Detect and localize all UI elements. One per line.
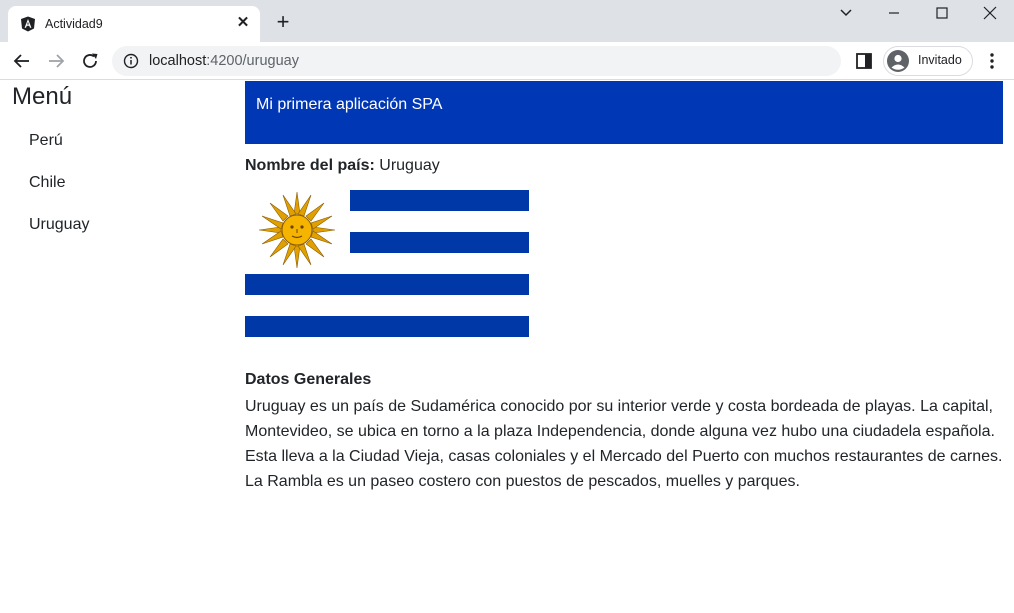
menu-item-peru[interactable]: Perú [29, 132, 63, 150]
page-content: Menú Perú Chile Uruguay Mi primera aplic… [0, 81, 1014, 613]
general-data-title: Datos Generales [245, 371, 372, 388]
uruguay-flag-image [245, 190, 529, 347]
tab-close-icon[interactable]: ✕ [234, 14, 252, 32]
avatar-icon [887, 50, 909, 72]
minimize-icon[interactable] [884, 3, 904, 23]
profile-button[interactable]: Invitado [883, 46, 973, 76]
tab-title: Actividad9 [45, 17, 103, 31]
browser-tab-active[interactable]: Actividad9 ✕ [8, 6, 260, 42]
address-bar[interactable]: localhost:4200/uruguay [112, 46, 841, 76]
more-menu-icon[interactable] [984, 51, 1000, 71]
site-info-icon[interactable] [123, 53, 139, 69]
menu-title: Menú [12, 83, 73, 110]
maximize-icon[interactable] [932, 3, 952, 23]
back-arrow-icon[interactable] [11, 50, 33, 72]
url-path: :4200/uruguay [206, 53, 299, 69]
country-name-line: Nombre del país: Uruguay [245, 157, 440, 175]
menu-item-uruguay[interactable]: Uruguay [29, 216, 89, 234]
browser-toolbar: localhost:4200/uruguay Invitado [0, 42, 1014, 80]
sun-of-may-icon [258, 191, 336, 269]
angular-logo-icon [21, 16, 35, 32]
general-data-text: Uruguay es un país de Sudamérica conocid… [245, 398, 1003, 490]
browser-tab-strip: Actividad9 ✕ + [0, 0, 1014, 42]
profile-name: Invitado [918, 53, 962, 67]
menu-item-chile[interactable]: Chile [29, 174, 65, 192]
country-name-value: Uruguay [379, 157, 440, 174]
app-header-banner: Mi primera aplicación SPA [245, 81, 1003, 144]
tab-search-chevron-icon[interactable] [836, 3, 856, 23]
app-header-title: Mi primera aplicación SPA [256, 96, 443, 113]
close-window-icon[interactable] [980, 3, 1000, 23]
forward-arrow-icon[interactable] [45, 50, 67, 72]
reload-icon[interactable] [79, 50, 101, 72]
country-name-label: Nombre del país: [245, 157, 375, 174]
url-text[interactable]: localhost:4200/uruguay [149, 53, 299, 69]
url-host: localhost [149, 53, 207, 69]
side-panel-icon[interactable] [855, 52, 873, 70]
new-tab-button[interactable]: + [272, 11, 294, 34]
